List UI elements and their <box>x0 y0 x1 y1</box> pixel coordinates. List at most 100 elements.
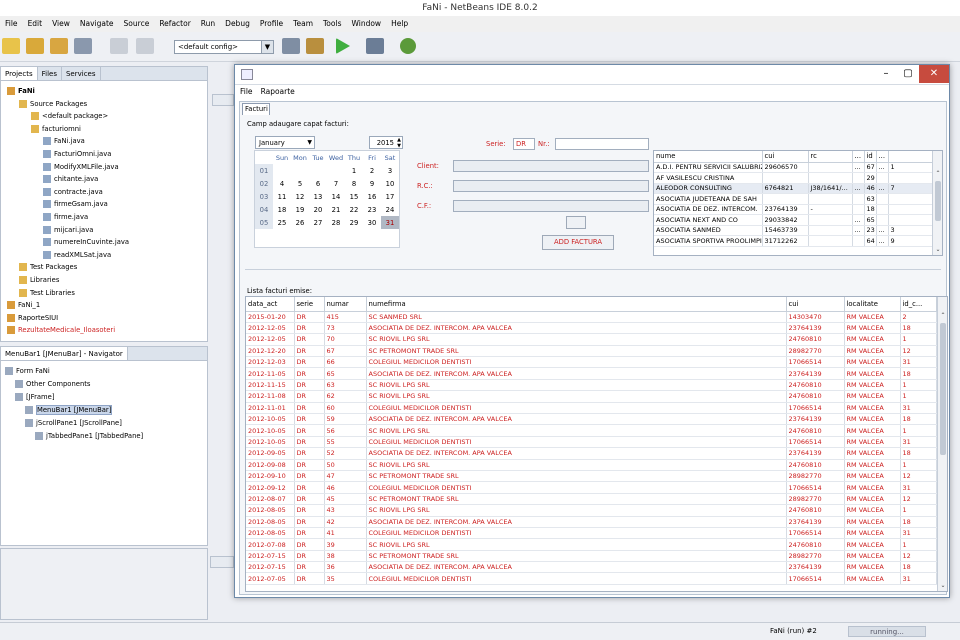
ide-menu-tools[interactable]: Tools <box>318 16 346 32</box>
client-row[interactable]: A.D.I. PENTRU SERVICII SALUBRIZ... 296065… <box>654 162 933 173</box>
navigator-item[interactable]: jScrollPane1 [JScrollPane] <box>25 417 122 429</box>
ide-menu-source[interactable]: Source <box>119 16 155 32</box>
tab-files[interactable]: Files <box>38 67 62 80</box>
open-project-icon[interactable] <box>50 38 68 54</box>
tree-item[interactable]: Test Packages <box>19 261 77 273</box>
client-row[interactable]: ASOCIATIA DE DEZ. INTERCOM. 23764139-18 <box>654 204 933 215</box>
calendar-day[interactable]: 28 <box>327 216 345 229</box>
calendar-day[interactable]: 25 <box>273 216 291 229</box>
client-row[interactable]: AF VASILESCU CRISTINA 29 <box>654 172 933 184</box>
tree-item[interactable]: contracte.java <box>43 186 103 198</box>
table-row[interactable]: 2012-08-07 DR 45 SC PETROMONT TRADE SRL 2898… <box>246 493 937 506</box>
month-select[interactable]: January ▼ <box>255 136 315 149</box>
tab-services[interactable]: Services <box>62 67 101 80</box>
calendar-day[interactable]: 26 <box>291 216 309 229</box>
serie-input[interactable]: DR <box>513 138 535 150</box>
client-field[interactable] <box>453 160 649 172</box>
table-row[interactable]: 2012-11-05 DR 65 ASOCIATIA DE DEZ. INTERCOM… <box>246 367 937 380</box>
cf-field[interactable] <box>453 200 649 212</box>
profile-icon[interactable] <box>400 38 416 54</box>
tree-item[interactable]: Source Packages <box>19 98 87 110</box>
maximize-button[interactable]: ▢ <box>897 65 919 83</box>
minimize-button[interactable]: – <box>875 65 897 83</box>
column-header[interactable]: data_act <box>246 297 295 312</box>
column-header[interactable]: ... <box>876 151 889 163</box>
ide-menu-file[interactable]: File <box>0 16 23 32</box>
calendar-day[interactable]: 11 <box>273 190 291 203</box>
calendar-day[interactable]: 15 <box>345 190 363 203</box>
calendar-day[interactable]: 10 <box>381 177 399 190</box>
table-row[interactable]: 2012-09-10 DR 47 SC PETROMONT TRADE SRL 2898… <box>246 470 937 483</box>
ide-menu-profile[interactable]: Profile <box>255 16 288 32</box>
ide-menu-debug[interactable]: Debug <box>220 16 255 32</box>
scroll-up-icon[interactable]: ⌃ <box>933 169 942 179</box>
calendar-day[interactable]: 16 <box>363 190 381 203</box>
menu-file[interactable]: File <box>235 86 256 98</box>
tab-projects[interactable]: Projects <box>1 67 38 80</box>
client-row[interactable]: ALEODOR CONSULTING 6764821 J38/1641/......… <box>654 183 933 194</box>
ide-menu-edit[interactable]: Edit <box>23 16 48 32</box>
table-row[interactable]: 2012-10-05 DR 55 COLEGIUL MEDICILOR DENTIST… <box>246 436 937 449</box>
ide-menu-team[interactable]: Team <box>288 16 318 32</box>
navigator-item[interactable]: MenuBar1 [JMenuBar] <box>25 404 113 416</box>
tree-item[interactable]: Libraries <box>19 274 59 286</box>
calendar-day[interactable]: 27 <box>309 216 327 229</box>
scroll-down-icon[interactable]: ⌄ <box>938 581 947 591</box>
table-row[interactable]: 2012-07-15 DR 38 SC PETROMONT TRADE SRL 2898… <box>246 550 937 563</box>
tree-item[interactable]: ModifyXMLFile.java <box>43 161 119 173</box>
save-all-icon[interactable] <box>74 38 92 54</box>
table-row[interactable]: 2012-07-08 DR 39 SC RIOVIL LPG SRL 24760810 R… <box>246 538 937 551</box>
calendar-day[interactable]: 12 <box>291 190 309 203</box>
table-row[interactable]: 2012-11-01 DR 60 COLEGIUL MEDICILOR DENTIST… <box>246 402 937 415</box>
tree-item[interactable]: Test Libraries <box>19 287 75 299</box>
run-icon[interactable] <box>336 38 350 54</box>
column-header[interactable]: numar <box>324 297 367 312</box>
calendar-day[interactable]: 29 <box>345 216 363 229</box>
calendar-day[interactable]: 2 <box>363 164 381 177</box>
table-row[interactable]: 2012-09-08 DR 50 SC RIOVIL LPG SRL 24760810 R… <box>246 459 937 471</box>
tab-facturi[interactable]: Facturi <box>242 103 270 115</box>
navigator-item[interactable]: [JFrame] <box>15 391 55 403</box>
calendar-day[interactable]: 18 <box>273 203 291 216</box>
calendar-day[interactable]: 30 <box>363 216 381 229</box>
tree-item[interactable]: readXMLSat.java <box>43 249 111 261</box>
close-button[interactable]: ✕ <box>919 65 949 83</box>
build-icon[interactable] <box>282 38 300 54</box>
navigator-item[interactable]: Other Components <box>15 378 90 390</box>
calendar-day[interactable]: 22 <box>345 203 363 216</box>
ide-menu-help[interactable]: Help <box>386 16 413 32</box>
rc-field[interactable] <box>453 180 649 192</box>
table-row[interactable]: 2012-12-03 DR 66 COLEGIUL MEDICILOR DENTIST… <box>246 356 937 369</box>
menu-rapoarte[interactable]: Rapoarte <box>256 86 298 98</box>
column-header[interactable]: serie <box>294 297 325 312</box>
calendar-day[interactable]: 13 <box>309 190 327 203</box>
ide-menu-run[interactable]: Run <box>196 16 220 32</box>
calendar-day[interactable]: 4 <box>273 177 291 190</box>
calendar-day[interactable]: 3 <box>381 164 399 177</box>
tree-item[interactable]: mijcari.java <box>43 224 93 236</box>
client-row[interactable]: ASOCIATIA NEXT AND CO 29033842... 65 <box>654 214 933 226</box>
calendar-day[interactable]: 23 <box>363 203 381 216</box>
new-project-icon[interactable] <box>26 38 44 54</box>
tree-item[interactable]: FaNi.java <box>43 135 85 147</box>
calendar-day[interactable]: 14 <box>327 190 345 203</box>
undo-icon[interactable] <box>110 38 128 54</box>
calendar-day[interactable]: 24 <box>381 203 399 216</box>
config-select[interactable]: <default config> ▼ <box>174 40 274 54</box>
tree-item[interactable]: FacturiOmni.java <box>43 148 111 160</box>
navigator-item[interactable]: jTabbedPane1 [JTabbedPane] <box>35 430 143 442</box>
table-row[interactable]: 2012-09-05 DR 52 ASOCIATIA DE DEZ. INTERCOM… <box>246 447 937 460</box>
calendar-day[interactable]: 21 <box>327 203 345 216</box>
table-row[interactable]: 2012-11-08 DR 62 SC RIOVIL LPG SRL 24760810 R… <box>246 390 937 403</box>
ide-menu-refactor[interactable]: Refactor <box>154 16 195 32</box>
column-header[interactable] <box>888 151 933 163</box>
table-row[interactable]: 2012-09-12 DR 46 COLEGIUL MEDICILOR DENTIST… <box>246 481 937 494</box>
scroll-down-icon[interactable]: ⌄ <box>933 245 942 255</box>
table-row[interactable]: 2012-08-05 DR 42 ASOCIATIA DE DEZ. INTERCOM… <box>246 516 937 528</box>
tree-item[interactable]: chitante.java <box>43 173 98 185</box>
client-row[interactable]: ASOCIATIA SANMED 15463739... 23... 3 <box>654 225 933 236</box>
table-row[interactable]: 2012-12-05 DR 73 ASOCIATIA DE DEZ. INTERCOM… <box>246 322 937 335</box>
column-header[interactable]: nume <box>654 151 763 163</box>
redo-icon[interactable] <box>136 38 154 54</box>
nr-input[interactable] <box>555 138 649 150</box>
